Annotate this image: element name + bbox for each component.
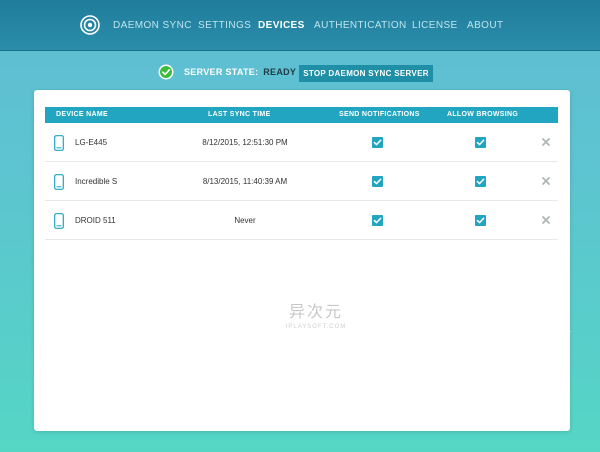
- nav-authentication[interactable]: AUTHENTICATION: [314, 20, 407, 31]
- send-notifications-checkbox[interactable]: [372, 215, 383, 226]
- header-send-notifications: SEND NOTIFICATIONS: [339, 111, 420, 118]
- last-sync-time: Never: [234, 216, 256, 225]
- checkmark-icon: [476, 139, 485, 146]
- server-state-value: READY: [263, 67, 297, 77]
- app-logo-icon[interactable]: [80, 15, 100, 35]
- device-name: Incredible S: [75, 177, 118, 186]
- checkmark-icon: [476, 178, 485, 185]
- nav-daemon-sync[interactable]: DAEMON SYNC: [113, 20, 192, 31]
- last-sync-time: 8/12/2015, 12:51:30 PM: [202, 138, 288, 147]
- header-last-sync: LAST SYNC TIME: [208, 111, 271, 118]
- phone-icon: [54, 213, 64, 229]
- last-sync-time: 8/13/2015, 11:40:39 AM: [202, 177, 288, 186]
- nav-devices[interactable]: DEVICES: [258, 20, 305, 31]
- watermark-cn-text: 异次元: [288, 302, 343, 321]
- stop-server-button[interactable]: STOP DAEMON SYNC SERVER: [299, 65, 433, 82]
- checkmark-icon: [373, 178, 382, 185]
- checkmark-icon: [373, 139, 382, 146]
- device-name: LG-E445: [75, 138, 108, 147]
- nav-about[interactable]: ABOUT: [467, 20, 503, 31]
- watermark-en-text: IPLAYSOFT.COM: [285, 324, 347, 330]
- allow-browsing-checkbox[interactable]: [475, 215, 486, 226]
- center-watermark: 异次元 IPLAYSOFT.COM: [266, 298, 366, 338]
- send-notifications-checkbox[interactable]: [372, 137, 383, 148]
- table-header: DEVICE NAME LAST SYNC TIME SEND NOTIFICA…: [45, 107, 558, 123]
- nav-settings[interactable]: SETTINGS: [198, 20, 251, 31]
- header-allow-browsing: ALLOW BROWSING: [447, 111, 519, 118]
- checkmark-icon: [373, 217, 382, 224]
- table-row: DROID 511 Never: [45, 201, 558, 240]
- phone-icon: [54, 135, 64, 151]
- check-circle-icon: [158, 64, 174, 80]
- table-row: LG-E445 8/12/2015, 12:51:30 PM: [45, 123, 558, 162]
- device-name: DROID 511: [75, 216, 116, 225]
- close-icon[interactable]: [540, 136, 552, 148]
- allow-browsing-checkbox[interactable]: [475, 176, 486, 187]
- server-status-bar: SERVER STATE: READY STOP DAEMON SYNC SER…: [0, 62, 600, 82]
- checkmark-icon: [476, 217, 485, 224]
- header-device-name: DEVICE NAME: [56, 111, 108, 118]
- table-row: Incredible S 8/13/2015, 11:40:39 AM: [45, 162, 558, 201]
- top-navigation-bar: DAEMON SYNC SETTINGS DEVICES AUTHENTICAT…: [0, 0, 600, 51]
- close-icon[interactable]: [540, 175, 552, 187]
- phone-icon: [54, 174, 64, 190]
- server-state-label: SERVER STATE:: [184, 67, 259, 77]
- close-icon[interactable]: [540, 214, 552, 226]
- send-notifications-checkbox[interactable]: [372, 176, 383, 187]
- nav-license[interactable]: LICENSE: [412, 20, 458, 31]
- allow-browsing-checkbox[interactable]: [475, 137, 486, 148]
- server-state-text: SERVER STATE: READY: [184, 67, 296, 77]
